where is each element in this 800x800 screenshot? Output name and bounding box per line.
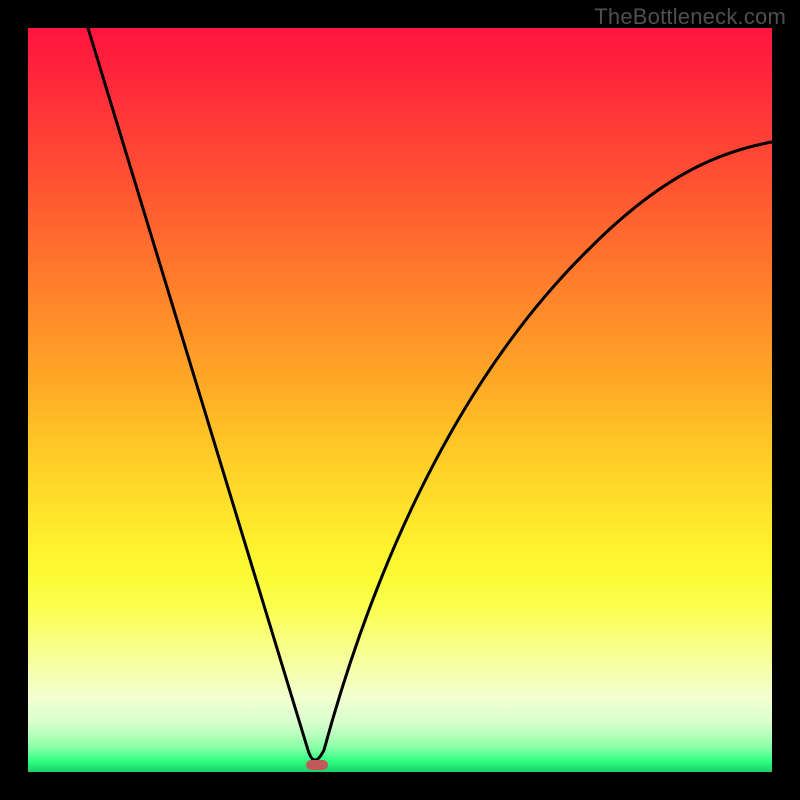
chart-container: TheBottleneck.com bbox=[0, 0, 800, 800]
plot-area bbox=[28, 28, 772, 772]
bottleneck-curve bbox=[88, 28, 772, 760]
optimal-point-marker bbox=[306, 760, 328, 770]
curve-layer bbox=[28, 28, 772, 772]
watermark-text: TheBottleneck.com bbox=[594, 4, 786, 30]
